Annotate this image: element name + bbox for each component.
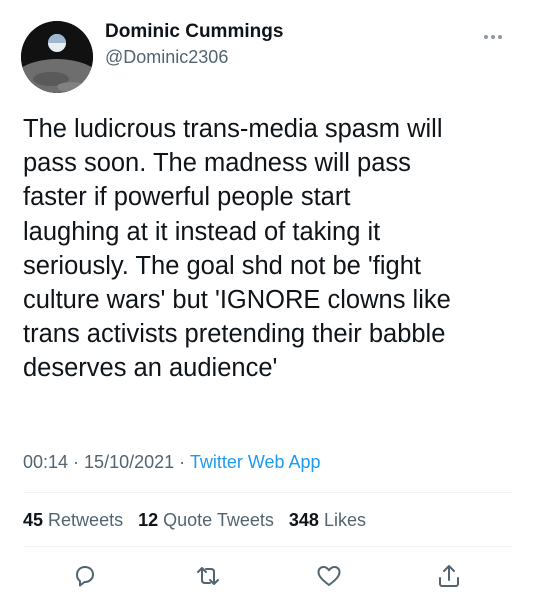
earthrise-photo — [21, 21, 93, 93]
share-icon[interactable] — [435, 562, 463, 590]
tweet-time[interactable]: 00:14 — [23, 452, 68, 472]
retweet-icon[interactable] — [194, 562, 222, 590]
likes-label: Likes — [323, 510, 366, 530]
retweets-stat[interactable]: 45 Retweets — [23, 510, 123, 530]
likes-count: 348 — [288, 510, 319, 530]
divider — [23, 492, 513, 493]
retweets-label: Retweets — [48, 510, 124, 530]
tweet-stats: 45 Retweets 12 Quote Tweets 348 Likes — [23, 510, 376, 531]
quote-tweets-count: 12 — [138, 510, 159, 530]
quote-tweets-stat[interactable]: 12 Quote Tweets — [138, 510, 274, 530]
tweet-date[interactable]: 15/10/2021 — [84, 452, 174, 472]
retweets-count: 45 — [23, 510, 44, 530]
tweet-source-link[interactable]: Twitter Web App — [190, 452, 321, 472]
top-bar — [0, 0, 535, 6]
author-handle[interactable]: @Dominic2306 — [105, 47, 228, 68]
quote-tweets-label: Quote Tweets — [163, 510, 274, 530]
back-arrow-icon[interactable] — [22, 0, 42, 6]
meta-separator: · — [174, 452, 190, 472]
divider — [23, 546, 513, 547]
tweet-meta: 00:14 · 15/10/2021 · Twitter Web App — [23, 452, 321, 473]
like-icon[interactable] — [315, 562, 343, 590]
action-bar — [0, 556, 535, 596]
avatar[interactable] — [21, 21, 93, 93]
meta-separator: · — [68, 452, 85, 472]
author-name[interactable]: Dominic Cummings — [105, 21, 283, 43]
tweet-text: The ludicrous trans-media spasm will pas… — [23, 115, 451, 383]
reply-icon[interactable] — [71, 562, 99, 590]
likes-stat[interactable]: 348 Likes — [289, 510, 366, 530]
more-horizontal-icon[interactable] — [484, 32, 512, 42]
